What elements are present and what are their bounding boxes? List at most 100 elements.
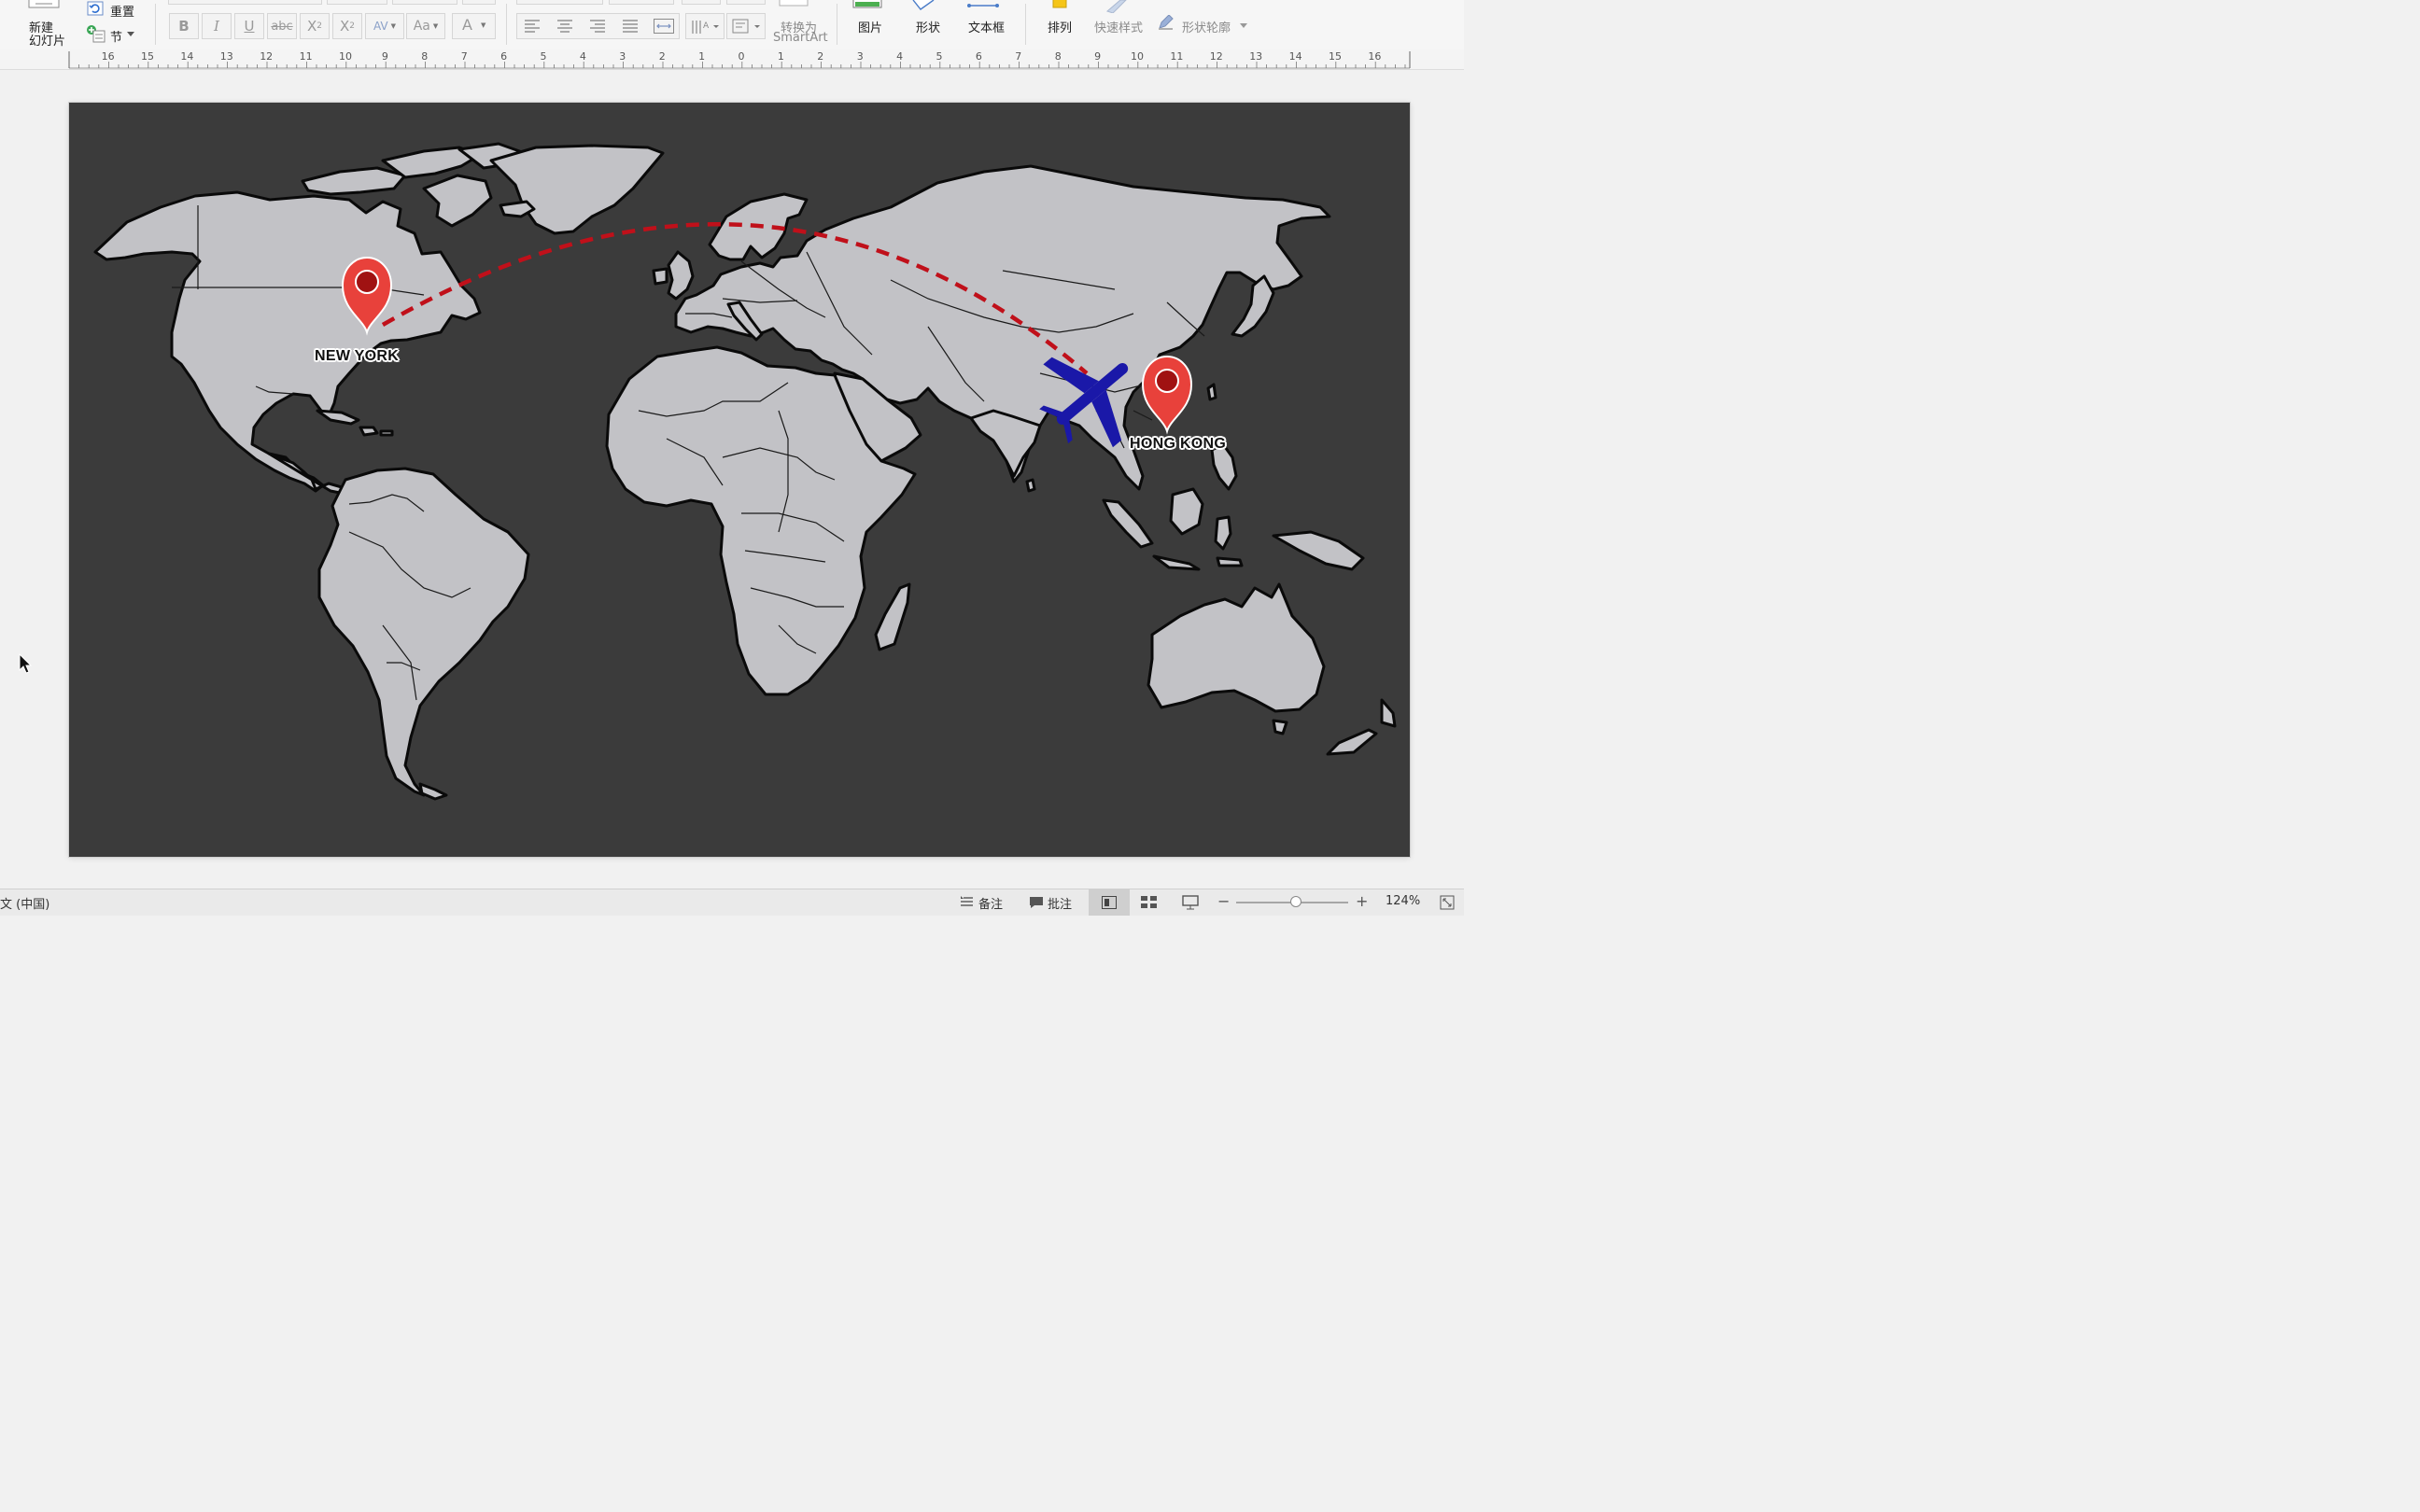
italic-button[interactable]: I	[202, 13, 232, 39]
superscript-button[interactable]: X2	[300, 13, 330, 39]
font-color-button[interactable]: A ▼	[452, 13, 496, 39]
ruler-label: 5	[936, 50, 943, 63]
columns-top[interactable]	[726, 0, 766, 5]
quick-styles-button[interactable]: 快速样式	[1089, 0, 1148, 47]
align-left-icon[interactable]	[525, 20, 542, 33]
zoom-slider-thumb[interactable]	[1290, 896, 1301, 907]
reset-label: 重置	[110, 6, 135, 20]
indent-buttons[interactable]	[609, 0, 674, 5]
pencil-icon	[1159, 15, 1174, 30]
textbox-label: 文本框	[968, 21, 1006, 35]
tasmania	[1272, 719, 1288, 735]
ruler-label: 11	[300, 50, 313, 63]
line-spacing-top[interactable]	[682, 0, 721, 5]
new-slide-button[interactable]: 新建 幻灯片	[19, 0, 75, 49]
sumatra	[1102, 498, 1154, 549]
world-map	[93, 142, 1397, 801]
shape-outline-button[interactable]: 形状轮廓	[1156, 13, 1249, 37]
section-button[interactable]: 节	[84, 23, 140, 45]
ruler-label: 15	[141, 50, 154, 63]
character-spacing-button[interactable]: AV ▼	[365, 13, 404, 39]
zoom-slider[interactable]	[1236, 896, 1348, 907]
chevron-down-icon: ▼	[432, 22, 439, 30]
align-text-button[interactable]	[726, 13, 766, 39]
caribbean-islands	[379, 429, 394, 437]
fit-window-icon	[1440, 895, 1455, 910]
smartart-icon	[779, 0, 809, 7]
presentation-icon	[1182, 895, 1199, 910]
ribbon-divider	[506, 4, 507, 45]
baffin-island	[422, 174, 493, 228]
ruler-label: 12	[1210, 50, 1223, 63]
underline-button[interactable]: U	[234, 13, 264, 39]
fit-to-window-button[interactable]	[1440, 895, 1456, 910]
new-york-label[interactable]: NEW YORK	[315, 348, 399, 365]
notes-button[interactable]: 备注	[958, 889, 1014, 916]
reset-button[interactable]: 重置	[84, 0, 140, 20]
align-right-icon[interactable]	[590, 20, 607, 33]
sulawesi	[1214, 515, 1232, 551]
subscript-button[interactable]: X2	[332, 13, 362, 39]
picture-icon	[852, 0, 882, 8]
shape-icon	[912, 0, 935, 10]
horizontal-ruler[interactable]: 16 15 14 13 12 11 10 9 8 7 6 5 4 3 2 1 0 1 2 3 4 5 6 7 8 9 10 11 12 1…	[0, 49, 1464, 70]
language-indicator[interactable]: 文 (中国)	[0, 894, 49, 912]
new-zealand	[1380, 698, 1397, 728]
ruler-label: 4	[896, 50, 903, 63]
taiwan	[1206, 383, 1217, 401]
ruler-label: 10	[339, 50, 352, 63]
ruler-label: 8	[1055, 50, 1062, 63]
notes-label: 备注	[978, 898, 1004, 912]
font-name-dropdown[interactable]	[168, 0, 322, 5]
font-size-dropdown[interactable]	[327, 0, 387, 5]
align-center-icon[interactable]	[557, 20, 574, 33]
hong-kong-label[interactable]: HONG KONG	[1130, 436, 1226, 453]
ruler-label: 9	[382, 50, 388, 63]
zoom-out-button[interactable]: −	[1217, 892, 1230, 910]
zoom-level[interactable]: 124%	[1386, 894, 1420, 908]
ruler-label: 5	[541, 50, 547, 63]
textbox-button[interactable]: 文本框	[962, 0, 1014, 47]
justify-icon[interactable]	[623, 20, 640, 33]
clear-format-button[interactable]	[462, 0, 496, 5]
ruler-label: 6	[500, 50, 507, 63]
font-color-label: A	[462, 16, 472, 34]
picture-button[interactable]: 图片	[848, 0, 893, 47]
convert-smartart-label-2: SmartArt	[773, 31, 828, 45]
convert-smartart-button[interactable]: 转换为 SmartArt	[771, 0, 829, 47]
slide-sorter-button[interactable]	[1137, 889, 1163, 916]
ruler-label: 0	[739, 50, 745, 63]
font-size-buttons[interactable]	[392, 0, 457, 5]
slideshow-button[interactable]	[1178, 889, 1204, 916]
chevron-down-icon: ▼	[390, 22, 397, 30]
subscript-base: X	[339, 18, 350, 35]
align-text-icon	[732, 19, 760, 34]
new-zealand	[1326, 728, 1378, 756]
text-direction-button[interactable]: A	[685, 13, 725, 39]
lesser-sunda-islands	[1216, 556, 1244, 567]
shape-button[interactable]: 形状	[906, 0, 950, 47]
bullet-list-button[interactable]	[516, 0, 603, 5]
normal-view-button[interactable]	[1089, 889, 1130, 916]
strikethrough-button[interactable]: abc	[267, 13, 297, 39]
ruler-label: 7	[1015, 50, 1021, 63]
slide-canvas[interactable]: NEW YORK HONG KONG	[69, 103, 1410, 857]
bold-button[interactable]: B	[169, 13, 199, 39]
hong-kong-pin-icon[interactable]	[1141, 355, 1193, 435]
comments-label: 批注	[1048, 898, 1073, 912]
comments-button[interactable]: 批注	[1027, 889, 1083, 916]
ireland	[652, 267, 668, 286]
quick-styles-label: 快速样式	[1094, 21, 1144, 35]
status-bar: 文 (中国) 备注 批注 − + 124%	[0, 889, 1464, 916]
textbox-icon	[967, 4, 999, 7]
distribute-icon[interactable]	[654, 19, 674, 34]
subscript-exp: 2	[349, 21, 355, 31]
chevron-down-icon: ▼	[481, 21, 486, 29]
tierra-del-fuego	[418, 782, 448, 801]
arrange-button[interactable]: 排列	[1036, 0, 1081, 47]
reset-icon	[87, 1, 104, 16]
change-case-label: Aa	[413, 19, 430, 34]
ruler-label: 16	[1368, 50, 1381, 63]
zoom-in-button[interactable]: +	[1356, 892, 1368, 910]
change-case-button[interactable]: Aa ▼	[406, 13, 445, 39]
